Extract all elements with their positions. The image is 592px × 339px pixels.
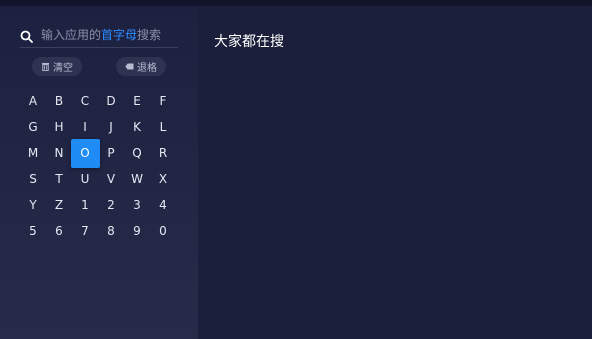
key-t[interactable]: T — [46, 166, 72, 192]
search-underline — [20, 47, 178, 48]
backspace-button[interactable]: 退格 — [116, 57, 166, 76]
key-z[interactable]: Z — [46, 192, 72, 218]
trash-icon — [41, 62, 50, 72]
results-panel — [198, 6, 592, 339]
key-9[interactable]: 9 — [124, 218, 150, 244]
key-g[interactable]: G — [20, 114, 46, 140]
key-o[interactable]: O — [70, 138, 100, 168]
search-box[interactable]: 输入应用的首字母搜索 — [20, 22, 178, 46]
clear-button[interactable]: 清空 — [32, 57, 82, 76]
key-1[interactable]: 1 — [72, 192, 98, 218]
key-w[interactable]: W — [124, 166, 150, 192]
backspace-icon — [125, 62, 134, 71]
search-hint-prefix: 输入应用的 — [41, 27, 102, 42]
key-j[interactable]: J — [98, 114, 124, 140]
key-8[interactable]: 8 — [98, 218, 124, 244]
key-k[interactable]: K — [124, 114, 150, 140]
backspace-button-label: 退格 — [137, 63, 157, 74]
search-hint-highlight: 首字母 — [101, 27, 138, 42]
clear-button-label: 清空 — [53, 63, 73, 74]
key-v[interactable]: V — [98, 166, 124, 192]
key-l[interactable]: L — [150, 114, 176, 140]
letter-keyboard: ABCDEF GHIJKL MNOPQR STUVWX YZ1234 567890 — [20, 88, 176, 244]
key-2[interactable]: 2 — [98, 192, 124, 218]
key-3[interactable]: 3 — [124, 192, 150, 218]
key-s[interactable]: S — [20, 166, 46, 192]
key-x[interactable]: X — [150, 166, 176, 192]
popular-searches-title: 大家都在搜 — [214, 34, 284, 50]
search-hint: 输入应用的首字母搜索 — [41, 26, 161, 43]
search-icon — [20, 28, 33, 43]
key-u[interactable]: U — [72, 166, 98, 192]
key-6[interactable]: 6 — [46, 218, 72, 244]
key-b[interactable]: B — [46, 88, 72, 114]
key-d[interactable]: D — [98, 88, 124, 114]
key-n[interactable]: N — [46, 140, 72, 166]
key-7[interactable]: 7 — [72, 218, 98, 244]
key-e[interactable]: E — [124, 88, 150, 114]
key-r[interactable]: R — [150, 140, 176, 166]
key-h[interactable]: H — [46, 114, 72, 140]
key-5[interactable]: 5 — [20, 218, 46, 244]
key-p[interactable]: P — [98, 140, 124, 166]
search-hint-suffix: 搜索 — [137, 27, 162, 42]
key-m[interactable]: M — [20, 140, 46, 166]
key-a[interactable]: A — [20, 88, 46, 114]
key-q[interactable]: Q — [124, 140, 150, 166]
key-f[interactable]: F — [150, 88, 176, 114]
key-4[interactable]: 4 — [150, 192, 176, 218]
key-i[interactable]: I — [72, 114, 98, 140]
key-0[interactable]: 0 — [150, 218, 176, 244]
key-y[interactable]: Y — [20, 192, 46, 218]
key-c[interactable]: C — [72, 88, 98, 114]
